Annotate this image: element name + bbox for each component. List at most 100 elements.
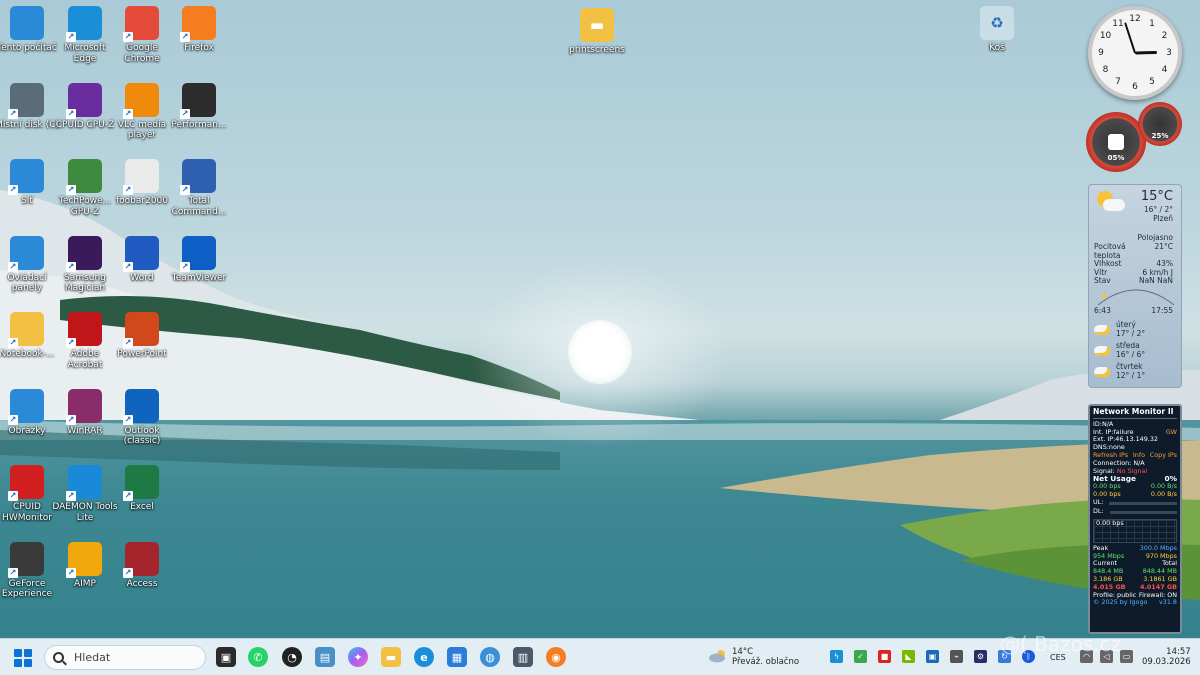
- desktop-icon-label: Místní disk (C): [0, 119, 59, 130]
- desktop-icon[interactable]: ↗ PowerPoint: [113, 312, 171, 360]
- clock-gadget[interactable]: 12 1 2 3 4 5 6 7 8 9 10 11: [1088, 6, 1182, 100]
- search-icon: [53, 652, 64, 663]
- aimp-icon: ↗: [66, 541, 102, 578]
- taskbar-weather[interactable]: 14°C Převáž. oblačno: [708, 647, 799, 667]
- drive-icon: ↗: [8, 82, 44, 119]
- recycle-bin[interactable]: ♻ Koš: [968, 6, 1026, 54]
- weather-gadget[interactable]: 15°C 16° / 2° Plzeň Polojasno Pocitová t…: [1088, 184, 1182, 388]
- tray-bolt-icon[interactable]: ϟ: [830, 650, 843, 663]
- netmon-gw: GW: [1165, 427, 1177, 436]
- globe-icon[interactable]: ◍: [480, 647, 500, 667]
- forecast-weather-icon: [1094, 345, 1110, 356]
- desktop-icon[interactable]: ↗ VLC media player: [113, 82, 171, 141]
- desktop-icon-label: Firefox: [184, 43, 214, 53]
- vlc-icon: ↗: [123, 82, 159, 119]
- desktop-icon[interactable]: ↗ Access: [113, 541, 171, 590]
- speedometer-icon[interactable]: ◔: [282, 647, 302, 667]
- shortcut-arrow-icon: ↗: [123, 32, 133, 42]
- tray-usb-icon[interactable]: ⌁: [950, 650, 963, 663]
- photos-icon[interactable]: ▤: [315, 647, 335, 667]
- copilot-icon[interactable]: ✦: [348, 647, 368, 667]
- calculator-icon[interactable]: ▥: [513, 647, 533, 667]
- recycle-bin-icon: ♻: [980, 6, 1014, 40]
- copy-ips-link[interactable]: Copy IPs: [1150, 451, 1177, 460]
- start-button[interactable]: [14, 649, 32, 667]
- desktop-icon[interactable]: ↗ Word: [113, 235, 171, 284]
- magician-icon: ↗: [66, 235, 102, 272]
- desktop-icon[interactable]: ↗ Microsoft Edge: [56, 6, 114, 64]
- tray-app-icon[interactable]: ■: [878, 650, 891, 663]
- netmon-signal-label: Signal:: [1093, 466, 1115, 475]
- shortcut-arrow-icon: ↗: [123, 108, 133, 119]
- desktop-icon[interactable]: ↗ Obrázky: [0, 388, 56, 437]
- clock-number: 9: [1098, 48, 1104, 58]
- desktop-icon[interactable]: ↗ Samsung Magician: [56, 235, 114, 294]
- network-icon: ↗: [8, 159, 44, 195]
- forecast-temp: 12° / 1°: [1116, 370, 1146, 380]
- firefox-icon[interactable]: ◉: [546, 647, 566, 667]
- clock-number: 7: [1115, 77, 1121, 88]
- word-icon: ↗: [123, 235, 159, 272]
- desktop-icon[interactable]: ↗ TechPowe... GPU-Z: [56, 159, 114, 217]
- desktop-icon-label: CPUID HWMonitor: [2, 502, 52, 523]
- cpu-meter-gadget[interactable]: 05% 25%: [1086, 102, 1186, 174]
- weather-range: 16° / 2°: [1143, 205, 1173, 214]
- explorer-icon[interactable]: ▬: [381, 647, 401, 667]
- desktop-icon[interactable]: ↗ Ovládací panely: [0, 235, 56, 294]
- desktop-icon[interactable]: ↗ Firefox: [170, 6, 228, 54]
- desktop-icon[interactable]: ↗ Excel: [113, 465, 171, 513]
- tray-shield-icon[interactable]: ✓: [854, 650, 867, 663]
- desktop-icon[interactable]: ↗ GeForce Experience: [0, 541, 56, 600]
- hour-hand: [1134, 50, 1158, 55]
- bandwidth-graph: 0.00 bps: [1093, 518, 1177, 543]
- shortcut-arrow-icon: ↗: [8, 567, 18, 578]
- bazos-watermark: @( Bazos.cz: [1000, 632, 1122, 656]
- desktop-icon[interactable]: ↗ Performan...: [170, 82, 228, 131]
- printscreens-folder[interactable]: ▬ printscreens: [568, 8, 626, 56]
- store-icon[interactable]: ▦: [447, 647, 467, 667]
- clock-number: 6: [1132, 82, 1138, 92]
- desktop-icon[interactable]: ↗ Google Chrome: [113, 6, 171, 64]
- tray-nvidia-icon[interactable]: ◣: [902, 650, 915, 663]
- desktop-icon[interactable]: ↗ Adobe Acrobat: [56, 312, 114, 370]
- desktop-icon[interactable]: ↗ DAEMON Tools Lite: [52, 465, 118, 523]
- taskbar-weather-temp: 14°C: [732, 647, 754, 657]
- clock-number: 10: [1099, 31, 1112, 41]
- search-placeholder: Hledat: [74, 651, 111, 664]
- desktop-icon[interactable]: ↗ Notebook-...: [0, 312, 56, 360]
- taskbar-clock[interactable]: 14:57 09.03.2026: [1142, 647, 1191, 667]
- task-view-icon[interactable]: ▣: [216, 647, 236, 667]
- desktop-icon[interactable]: ↗ Místní disk (C): [0, 82, 59, 131]
- shortcut-arrow-icon: ↗: [123, 185, 133, 195]
- network-monitor-gadget[interactable]: Network Monitor II ID:N/A Int. IP:failur…: [1088, 404, 1182, 634]
- desktop-icon[interactable]: ↗ TeamViewer: [170, 235, 228, 284]
- foobar-icon: ↗: [123, 159, 159, 195]
- whatsapp-icon[interactable]: ✆: [248, 647, 268, 667]
- desktop-icon[interactable]: ↗ Total Command...: [170, 159, 228, 217]
- edge-icon[interactable]: e: [414, 647, 434, 667]
- forecast-weather-icon: [1094, 366, 1110, 377]
- desktop-icon[interactable]: ↗ Síť: [0, 159, 56, 207]
- tray-gear-icon[interactable]: ⚙: [974, 650, 987, 663]
- desktop-icon[interactable]: Tento počítač: [0, 6, 57, 54]
- weather-detail-key: Pocitová teplota: [1094, 242, 1126, 260]
- desktop-icon[interactable]: ↗ WinRAR: [56, 388, 114, 437]
- desktop-icon[interactable]: ↗ CPUID CPU-Z: [56, 82, 114, 131]
- cpuz-icon: ↗: [66, 82, 102, 119]
- battery-icon[interactable]: ▭: [1120, 650, 1133, 663]
- shortcut-arrow-icon: ↗: [66, 567, 76, 578]
- tray-monitor-icon[interactable]: ▣: [926, 650, 939, 663]
- clock-number: 3: [1166, 48, 1172, 58]
- desktop-icon[interactable]: ↗ Outlook (classic): [113, 388, 171, 447]
- clock-number: 12: [1129, 14, 1141, 24]
- clock-number: 11: [1112, 18, 1124, 29]
- desktop-icon[interactable]: ↗ AIMP: [56, 541, 114, 590]
- search-box[interactable]: Hledat: [44, 645, 206, 670]
- desktop-icon-label: Excel: [130, 502, 154, 512]
- acrobat-icon: ↗: [66, 312, 102, 348]
- desktop-icon[interactable]: ↗ foobar2000: [113, 159, 171, 207]
- clock-number: 8: [1102, 65, 1109, 75]
- graph-label: 0.00 bps: [1096, 518, 1124, 527]
- geforce-icon: ↗: [8, 541, 44, 578]
- desktop-icon[interactable]: ↗ CPUID HWMonitor: [0, 465, 56, 523]
